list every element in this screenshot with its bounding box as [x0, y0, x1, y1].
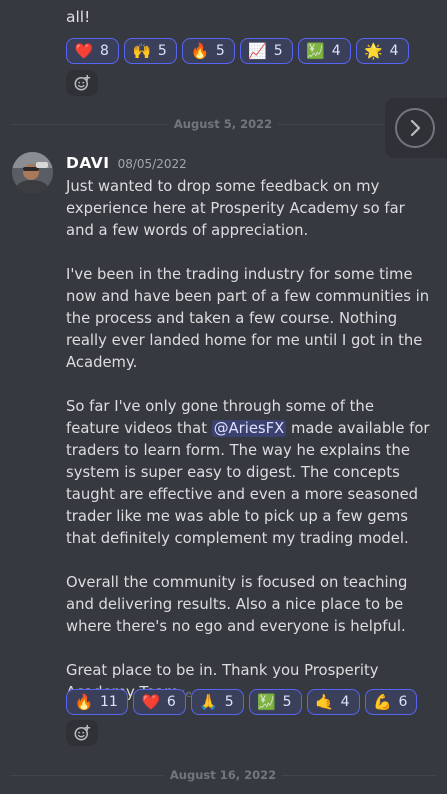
heart-icon: ❤️	[141, 692, 161, 711]
reaction-raised-hands[interactable]: 🙌 5	[123, 38, 177, 64]
previous-message-text: all!	[66, 8, 91, 26]
call-me-hand-icon: 🤙	[315, 692, 334, 711]
message-paragraph: Just wanted to drop some feedback on my …	[66, 178, 405, 239]
message-content: Just wanted to drop some feedback on my …	[66, 176, 432, 706]
reaction-count: 4	[340, 694, 350, 710]
reaction-chart-yen[interactable]: 💹 4	[297, 38, 351, 64]
reaction-chart-yen[interactable]: 💹 5	[248, 689, 302, 715]
raised-hands-icon: 🙌	[132, 41, 152, 60]
chart-yen-icon: 💹	[306, 41, 326, 60]
reaction-count: 5	[215, 43, 225, 59]
message-header: DAVI 08/05/2022	[66, 154, 187, 172]
reaction-call-me-hand[interactable]: 🤙 4	[306, 689, 360, 715]
next-arrow-button[interactable]	[385, 98, 447, 158]
reaction-count: 5	[273, 43, 283, 59]
fire-icon: 🔥	[190, 41, 210, 60]
message-reactions: 🔥 11 ❤️ 6 🙏 5 💹 5 🤙 4 💪 6	[66, 689, 418, 715]
username[interactable]: DAVI	[66, 154, 110, 172]
reaction-count: 4	[331, 43, 341, 59]
add-reaction-button[interactable]	[66, 720, 98, 746]
reaction-fire[interactable]: 🔥 11	[66, 689, 128, 715]
reaction-count: 4	[389, 43, 399, 59]
reaction-fire[interactable]: 🔥 5	[181, 38, 235, 64]
add-emoji-icon	[74, 724, 91, 741]
message-text: made available for traders to learn form…	[66, 420, 430, 547]
reaction-chart-increasing[interactable]: 📈 5	[239, 38, 293, 64]
flexed-biceps-icon: 💪	[373, 692, 392, 711]
date-divider-label: August 16, 2022	[163, 768, 283, 782]
add-reaction-button[interactable]	[66, 70, 98, 96]
reaction-count: 5	[224, 694, 234, 710]
reaction-heart[interactable]: ❤️ 8	[66, 38, 119, 64]
reaction-flexed-biceps[interactable]: 💪 6	[364, 689, 418, 715]
heart-icon: ❤️	[74, 41, 94, 60]
message-paragraph: So far I've only gone through some of th…	[66, 396, 432, 550]
message-paragraph: I've been in the trading industry for so…	[66, 266, 430, 371]
fire-icon: 🔥	[74, 692, 94, 711]
reaction-folded-hands[interactable]: 🙏 5	[190, 689, 244, 715]
message-timestamp: 08/05/2022	[117, 157, 187, 171]
reaction-count: 6	[398, 694, 408, 710]
add-emoji-icon	[74, 74, 91, 91]
reaction-count: 11	[100, 694, 118, 710]
chart-yen-icon: 💹	[257, 692, 277, 711]
chart-increasing-icon: 📈	[248, 41, 268, 60]
message-paragraph: Overall the community is focused on teac…	[66, 574, 408, 635]
avatar[interactable]	[12, 152, 53, 193]
reaction-count: 5	[157, 43, 167, 59]
glowing-star-icon: 🌟	[364, 41, 383, 60]
reaction-count: 8	[100, 43, 109, 59]
reaction-count: 5	[282, 694, 292, 710]
reaction-glowing-star[interactable]: 🌟 4	[355, 38, 409, 64]
folded-hands-icon: 🙏	[199, 692, 219, 711]
date-divider-label: August 5, 2022	[167, 117, 279, 131]
previous-message-reactions: ❤️ 8 🙌 5 🔥 5 📈 5 💹 4 🌟 4	[66, 38, 409, 64]
chevron-right-icon	[395, 108, 435, 148]
reaction-heart[interactable]: ❤️ 6	[132, 689, 186, 715]
user-mention[interactable]: @AriesFX	[211, 420, 287, 437]
reaction-count: 6	[166, 694, 176, 710]
